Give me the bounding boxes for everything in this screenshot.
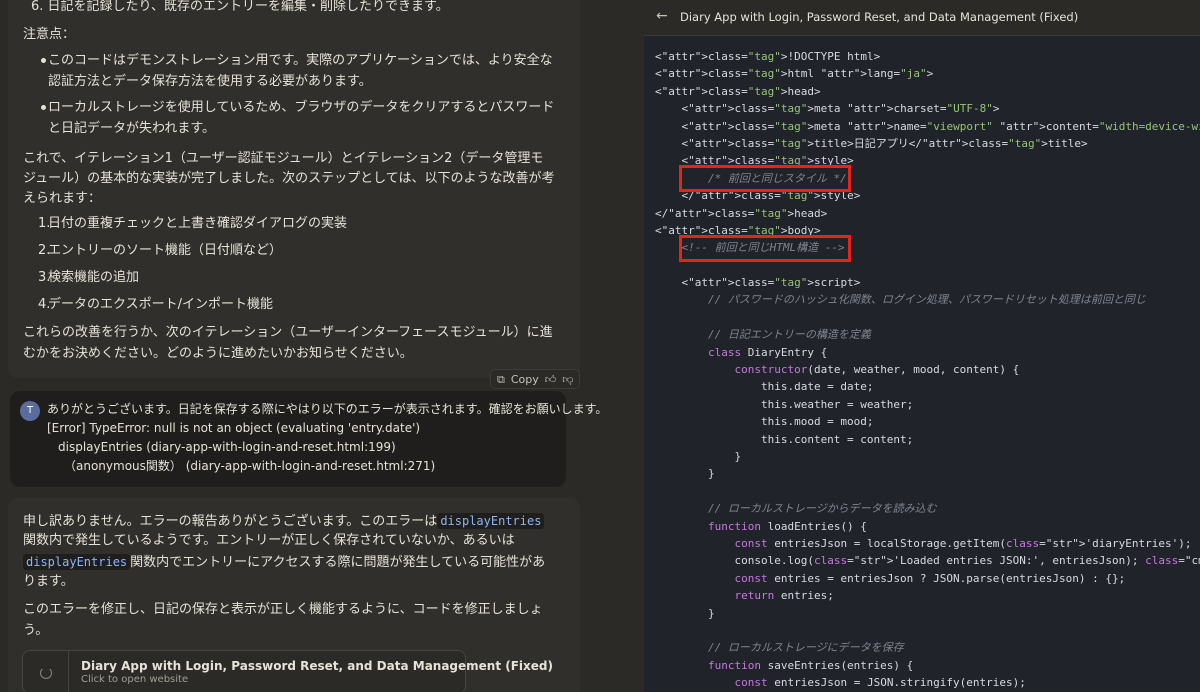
thumbs-up-icon[interactable]: 👍︎: [545, 374, 557, 385]
code-line: <"attr">class="tag">meta "attr">name="vi…: [655, 119, 1200, 133]
closing-line: これらの改善を行うか、次のイテレーション（ユーザーインターフェースモジュール）に…: [23, 325, 553, 340]
reply-line: う。: [23, 623, 49, 638]
user-message-line: [Error] TypeError: null is not an object…: [47, 421, 421, 435]
back-arrow-icon[interactable]: ←: [656, 8, 668, 24]
code-line: <"attr">class="tag">head>: [655, 84, 821, 98]
note-line: ローカルストレージを使用しているため、ブラウザのデータをクリアするとパスワード: [48, 100, 555, 115]
reply-line: 関数内で発生しているようです。エントリーが正しく保存されていないか、あるいは: [23, 533, 515, 548]
user-message: T ありがとうございます。日記を保存する際にやはり以下のエラーが表示されます。確…: [10, 391, 607, 487]
chat-panel: 6. 日記を記録したり、既存のエントリーを編集・削除したりできます。 注意点： …: [0, 0, 644, 692]
message-actions: ⧉ Copy 👍︎ 👎︎: [490, 369, 581, 389]
artifact-panel: ← Diary App with Login, Password Reset, …: [644, 0, 1200, 692]
code-line: <"attr">class="tag">!DOCTYPE html>: [655, 50, 881, 63]
code-line: this.mood = mood;: [655, 415, 874, 429]
code-line: <"attr">class="tag">html "attr">lang="ja…: [655, 67, 934, 81]
code-line: console.log(class="str">'Loaded entries …: [655, 554, 1200, 568]
bullet-icon: [41, 105, 46, 110]
code-line: <"attr">class="tag">meta "attr">charset=…: [655, 102, 1000, 116]
highlight-box: [679, 165, 851, 192]
user-message-line: （anonymous関数） (diary-app-with-login-and-…: [64, 459, 436, 473]
list-item: 日付の重複チェックと上書き確認ダイアログの実装: [48, 216, 348, 231]
artifact-panel-title: Diary App with Login, Password Reset, an…: [680, 10, 1079, 24]
code-line: </"attr">class="tag">head>: [655, 206, 828, 220]
notes-heading: 注意点：: [23, 27, 76, 42]
code-line: this.content = content;: [655, 432, 914, 446]
bullet-icon: [41, 58, 46, 63]
code-line: this.weather = weather;: [655, 397, 914, 411]
copy-icon[interactable]: ⧉: [497, 374, 505, 385]
summary-line: これで、イテレーション1（ユーザー認証モジュール）とイテレーション2（データ管理…: [23, 151, 544, 166]
code-line: constructor(date, weather, mood, content…: [734, 363, 1020, 377]
artifact-subtitle: Click to open website: [81, 674, 189, 685]
code-line: // ローカルストレージにデータを保存: [655, 641, 904, 655]
code-line: // ローカルストレージからデータを読み込む: [655, 502, 937, 516]
list-item: データのエクスポート/インポート機能: [48, 297, 273, 312]
reply-line: このエラーを修正し、日記の保存と表示が正しく機能するように、コードを修正しましょ: [23, 602, 543, 617]
code-line: // 日記エントリーの構造を定義: [655, 328, 871, 342]
assistant-message: 6. 日記を記録したり、既存のエントリーを編集・削除したりできます。 注意点： …: [8, 0, 580, 378]
code-line: <"attr">class="tag">title>日記アプリ</"attr">…: [655, 136, 1088, 150]
avatar: T: [20, 401, 40, 421]
code-line: this.date = date;: [655, 380, 874, 394]
loading-spinner-icon: [40, 667, 52, 679]
user-message-line: ありがとうございます。日記を保存する際にやはり以下のエラーが表示されます。確認を…: [47, 402, 608, 416]
code-line: function saveEntries(entries) {: [707, 658, 914, 672]
note-line: と日記データが失われます。: [48, 121, 216, 136]
code-line: const entriesJson = localStorage.getItem…: [734, 536, 1192, 550]
code-line: const entriesJson = JSON.stringify(entri…: [734, 676, 1026, 690]
code-view: <"attr">class="tag">!DOCTYPE html> <"attr…: [655, 48, 1200, 691]
code-line: // パスワードのハッシュ化関数、ログイン処理、パスワードリセット処理は前回と同…: [655, 293, 1146, 307]
code-line: return entries;: [734, 589, 834, 603]
code-line: }: [655, 606, 715, 620]
artifact-header: ← Diary App with Login, Password Reset, …: [644, 0, 1200, 36]
artifact-icon-box: [23, 651, 69, 692]
list-item-6: 6. 日記を記録したり、既存のエントリーを編集・削除したりできます。: [31, 0, 449, 14]
code-line: <"attr">class="tag">script>: [655, 276, 861, 290]
artifact-title: Diary App with Login, Password Reset, an…: [81, 659, 554, 673]
reply-text: 関数内でエントリーにアクセスする際に問題が発生している可能性があ: [130, 555, 546, 570]
thumbs-down-icon[interactable]: 👎︎: [562, 374, 573, 385]
highlight-box: [679, 235, 851, 262]
inline-code: displayEntries: [437, 513, 545, 529]
code-line: }: [655, 467, 715, 481]
closing-line: むかをお決めください。どのように進めたいかお知らせください。: [23, 346, 413, 361]
user-message-line: displayEntries (diary-app-with-login-and…: [58, 440, 396, 454]
list-item: 検索機能の追加: [48, 270, 140, 285]
summary-line: ジュール）の基本的な実装が完了しました。次のステップとしては、以下のような改善が…: [23, 171, 555, 186]
artifact-card[interactable]: Diary App with Login, Password Reset, an…: [22, 650, 553, 692]
summary-line: えられます：: [23, 191, 102, 206]
inline-code: displayEntries: [23, 554, 131, 570]
code-line: }: [655, 449, 742, 463]
note-line: 認証方法とデータ保存方法を使用する必要があります。: [48, 74, 372, 89]
code-line: function loadEntries() {: [707, 519, 867, 533]
code-line: class DiaryEntry {: [707, 345, 828, 359]
code-line: const entries = entriesJson ? JSON.parse…: [734, 571, 1126, 585]
list-item: エントリーのソート機能（日付順など）: [48, 243, 283, 258]
reply-text: 申し訳ありません。エラーの報告ありがとうございます。このエラーは: [23, 514, 438, 529]
reply-line: displayEntries 関数内でエントリーにアクセスする際に問題が発生してい…: [23, 551, 545, 574]
copy-button[interactable]: Copy: [511, 373, 539, 386]
note-line: このコードはデモンストレーション用です。実際のアプリケーションでは、より安全な: [48, 53, 553, 68]
reply-line: ります。: [23, 574, 74, 589]
